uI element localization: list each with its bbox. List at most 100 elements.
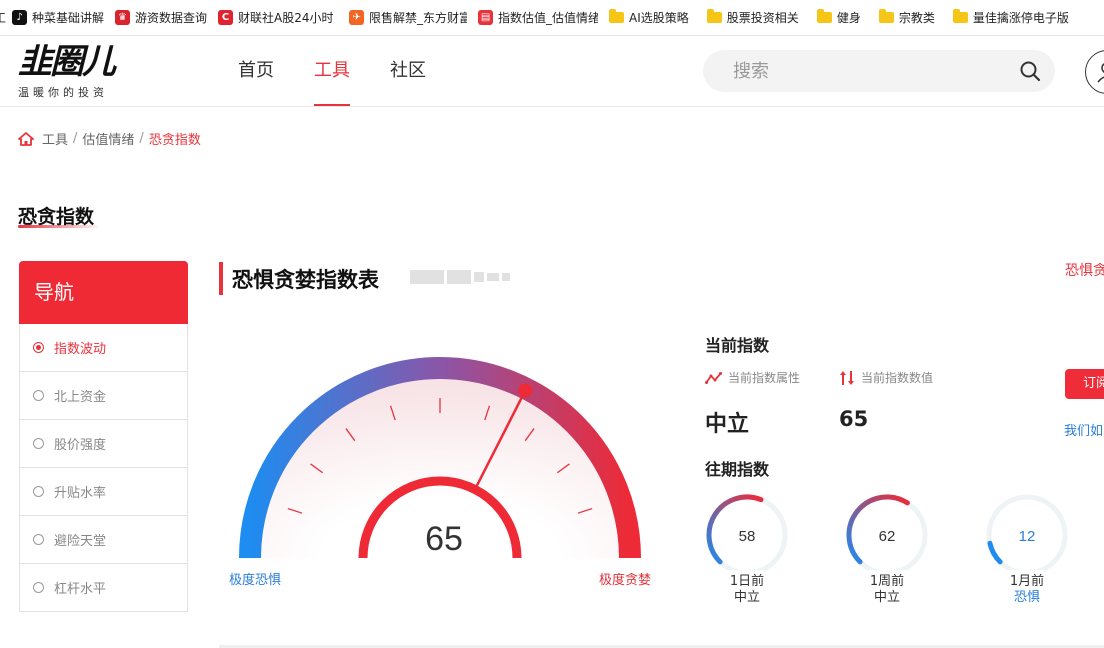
history-ring: 12 (986, 494, 1068, 576)
logo-text: 韭圈儿 (18, 42, 116, 82)
folder-icon (609, 9, 625, 23)
bookmark-label: AI选股策略 (629, 11, 689, 25)
logo-slogan: 温暖你的投资 (18, 86, 108, 99)
trend-icon (705, 371, 722, 384)
folder-icon (816, 9, 832, 23)
breadcrumb: 工具 / 估值情绪 / 恐贪指数 (18, 129, 201, 148)
sidebar-item-label: 避险天堂 (54, 534, 107, 549)
bookmark-folder[interactable]: 股票投资相关 (706, 0, 799, 35)
fear-greed-link[interactable]: 恐惧贪 (1065, 260, 1104, 280)
folder-icon (706, 9, 722, 23)
current-value: 65 (839, 407, 869, 431)
radio-icon (33, 390, 44, 401)
bookmark-item[interactable]: ✈ 限售解禁_东方财富 (349, 0, 467, 35)
history-when: 1周前 (869, 574, 905, 589)
home-icon[interactable] (18, 131, 34, 146)
history-item-1day: 58 1日前 中立 (702, 490, 792, 606)
current-index-title: 当前指数 (705, 336, 770, 355)
eastmoney-icon: ✈ (349, 10, 365, 25)
sidebar-item-label: 股价强度 (54, 438, 107, 453)
bookmark-item[interactable]: C 财联社A股24小时 (218, 0, 338, 35)
sidebar-item-premium-rate[interactable]: 升贴水率 (19, 468, 188, 516)
radio-icon (33, 342, 44, 353)
fear-greed-gauge: 65 (239, 357, 641, 559)
avatar[interactable] (1085, 50, 1104, 94)
breadcrumb-valuation[interactable]: 估值情绪 (82, 129, 134, 148)
bookmark-item[interactable]: ♛ 游资数据查询 (115, 0, 207, 35)
history-attr: 中立 (733, 590, 760, 605)
sidebar-nav: 导航 指数波动 北上资金 股价强度 升贴水率 避险天堂 杠杆水平 (19, 261, 188, 612)
bookmark-label: 股票投资相关 (726, 11, 799, 25)
folder-icon (952, 9, 968, 23)
bookmark-label: 指数估值_估值情绪 (498, 11, 599, 25)
history-ring: 58 (706, 494, 788, 576)
user-icon (1097, 63, 1104, 83)
subscribe-button[interactable]: 订阅 (1065, 369, 1104, 399)
sidebar-item-safe-haven[interactable]: 避险天堂 (19, 516, 188, 564)
gauge-needle-tip (518, 383, 533, 398)
history-attr: 中立 (873, 590, 900, 605)
breadcrumb-separator: / (73, 131, 78, 146)
sidebar-item-label: 北上资金 (54, 390, 107, 405)
nav-home[interactable]: 首页 (238, 36, 274, 106)
ring-value: 12 (1019, 528, 1036, 545)
main-nav: 首页 工具 社区 (238, 36, 466, 106)
history-when: 1月前 (1009, 574, 1045, 589)
bookmark-folder[interactable]: AI选股策略 (609, 0, 689, 35)
sidebar-item-northbound[interactable]: 北上资金 (19, 372, 188, 420)
title-underline (18, 225, 98, 228)
bookmark-label: 健身 (836, 11, 861, 25)
radio-icon (33, 582, 44, 593)
gauge-max-label: 极度贪婪 (599, 573, 652, 588)
sidebar-item-leverage[interactable]: 杠杆水平 (19, 564, 188, 612)
blurred-subtitle (410, 270, 510, 284)
bookmark-label: 量佳擒涨停电子版 (972, 11, 1069, 25)
sidebar-item-label: 指数波动 (54, 342, 107, 357)
bookmark-label: 游资数据查询 (135, 11, 208, 25)
breadcrumb-separator: / (139, 131, 144, 146)
breadcrumb-current: 恐贪指数 (148, 133, 201, 148)
bookmark-label: 宗教类 (898, 11, 935, 25)
section-title: 恐惧贪婪指数表 (232, 268, 379, 292)
bookmark-overflow[interactable]: 工 (0, 0, 6, 35)
site-header: 韭圈儿 温暖你的投资 首页 工具 社区 (0, 36, 1104, 107)
search-box (703, 50, 1055, 92)
radio-icon (33, 438, 44, 449)
bookmark-label: 种菜基础讲解 (32, 11, 105, 25)
tiktok-icon: ♪ (12, 10, 28, 25)
history-when: 1日前 (729, 574, 765, 589)
nav-community[interactable]: 社区 (390, 36, 426, 106)
bookmark-label: 财联社A股24小时 (238, 11, 334, 25)
bookmark-folder[interactable]: 量佳擒涨停电子版 (952, 0, 1069, 35)
sidebar-item-price-strength[interactable]: 股价强度 (19, 420, 188, 468)
current-attr: 中立 (705, 412, 750, 437)
bookmark-item[interactable]: ♪ 种菜基础讲解 (12, 0, 104, 35)
nav-tools[interactable]: 工具 (314, 36, 350, 106)
search-input[interactable] (731, 59, 1005, 83)
ring-progress (987, 540, 1003, 565)
gauge-value: 65 (425, 520, 463, 558)
site-logo[interactable]: 韭圈儿 温暖你的投资 (18, 42, 116, 100)
history-item-1month: 12 1月前 恐惧 (982, 490, 1072, 606)
bookmark-folder[interactable]: 宗教类 (878, 0, 935, 35)
current-attr-label: 当前指数属性 (705, 369, 800, 386)
crown-icon: ♛ (115, 10, 131, 25)
current-attr-caption: 当前指数属性 (728, 371, 801, 385)
up-down-icon (840, 370, 854, 385)
radio-icon (33, 486, 44, 497)
folder-icon (878, 9, 894, 23)
bookmark-item[interactable]: ▤ 指数估值_估值情绪 (478, 0, 598, 35)
section-accent-bar (219, 262, 223, 295)
bookmarks-bar: 工 ♪ 种菜基础讲解 ♛ 游资数据查询 C 财联社A股24小时 ✈ 限售解禁_东… (0, 0, 1104, 36)
sidebar-item-label: 杠杆水平 (54, 582, 107, 597)
ring-value: 62 (879, 528, 896, 545)
history-ring: 62 (846, 494, 928, 576)
index-site-icon: ▤ (478, 10, 494, 25)
breadcrumb-tools[interactable]: 工具 (42, 129, 68, 148)
sidebar-item-index-volatility[interactable]: 指数波动 (19, 324, 188, 372)
bookmark-folder[interactable]: 健身 (816, 0, 861, 35)
search-icon[interactable] (1019, 60, 1041, 86)
gauge-min-label: 极度恐惧 (229, 573, 282, 588)
about-us-link[interactable]: 我们如 (1064, 420, 1103, 439)
current-value-caption: 当前指数数值 (861, 371, 934, 385)
